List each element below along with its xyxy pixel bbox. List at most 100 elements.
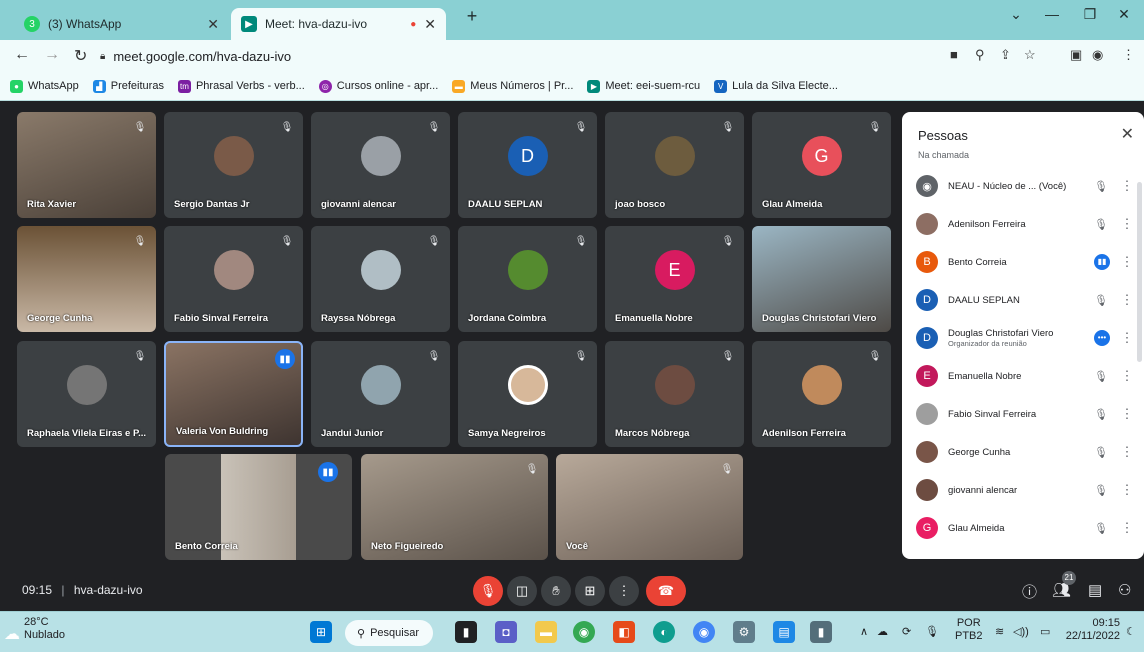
participant-tile-self[interactable]: 🎙︎ Você bbox=[556, 454, 743, 560]
participant-tile[interactable]: 🎙︎ G Glau Almeida bbox=[752, 112, 891, 218]
volume-icon[interactable]: ◁)) bbox=[1013, 625, 1029, 638]
more-options-icon[interactable]: ⋮ bbox=[1118, 482, 1136, 498]
participant-tile[interactable]: 🎙︎ E Emanuella Nobre bbox=[605, 226, 744, 332]
mic-toggle-button[interactable]: 🎙︎ bbox=[473, 576, 503, 606]
participant-tile[interactable]: ▮▮ Bento Correia bbox=[165, 454, 352, 560]
camera-icon[interactable]: ■ bbox=[950, 47, 958, 62]
more-options-button[interactable]: ⋮ bbox=[609, 576, 639, 606]
new-tab-button[interactable]: + bbox=[452, 6, 492, 27]
more-options-icon[interactable]: ⋮ bbox=[1118, 216, 1136, 232]
zoom-icon[interactable]: ⚲ bbox=[975, 47, 985, 63]
bookmark-cursos[interactable]: ◎ Cursos online - apr... bbox=[318, 79, 438, 93]
close-window-button[interactable]: ✕ bbox=[1104, 6, 1144, 23]
forward-icon[interactable]: → bbox=[44, 46, 60, 64]
tab-whatsapp[interactable]: 3 (3) WhatsApp ✕ bbox=[14, 8, 229, 40]
chat-icon[interactable]: ▤ bbox=[1088, 581, 1102, 599]
menu-icon[interactable]: ⋮ bbox=[1122, 47, 1135, 63]
back-icon[interactable]: ← bbox=[14, 46, 30, 64]
person-row[interactable]: ◉ NEAU - Núcleo de ... (Você) 🎙︎ ⋮ bbox=[916, 168, 1136, 204]
participant-tile[interactable]: 🎙︎ joao bosco bbox=[605, 112, 744, 218]
person-row[interactable]: giovanni alencar 🎙︎ ⋮ bbox=[916, 472, 1136, 508]
participant-tile[interactable]: Douglas Christofari Viero bbox=[752, 226, 891, 332]
participant-tile[interactable]: 🎙︎ Neto Figueiredo bbox=[361, 454, 548, 560]
close-icon[interactable]: ✕ bbox=[1121, 124, 1134, 144]
more-options-icon[interactable]: ⋮ bbox=[1118, 444, 1136, 460]
person-row[interactable]: Fabio Sinval Ferreira 🎙︎ ⋮ bbox=[916, 396, 1136, 432]
participant-tile-speaking[interactable]: ▮▮ Valeria Von Buldring bbox=[164, 341, 303, 447]
more-options-icon[interactable]: ⋮ bbox=[1118, 254, 1136, 270]
sidepanel-icon[interactable]: ▣ bbox=[1070, 47, 1082, 63]
edge-icon[interactable]: ◐ bbox=[653, 621, 675, 643]
device-icon[interactable]: ▮ bbox=[810, 621, 832, 643]
file-explorer-icon[interactable]: ▬ bbox=[535, 621, 557, 643]
activities-icon[interactable]: ⚇ bbox=[1118, 581, 1131, 599]
participant-tile[interactable]: 🎙︎ Jordana Coimbra bbox=[458, 226, 597, 332]
person-row[interactable]: D Douglas Christofari Viero Organizador d… bbox=[916, 320, 1136, 356]
more-options-icon[interactable]: ⋮ bbox=[1118, 520, 1136, 536]
leave-call-button[interactable]: ☎︎ bbox=[646, 576, 686, 606]
close-icon[interactable]: ✕ bbox=[207, 16, 219, 33]
participant-tile[interactable]: 🎙︎ Adenilson Ferreira bbox=[752, 341, 891, 447]
teams-icon[interactable]: ◘ bbox=[495, 621, 517, 643]
bookmark-numeros[interactable]: ▬ Meus Números | Pr... bbox=[452, 79, 573, 93]
chrome-active-icon[interactable]: ◉ bbox=[693, 621, 715, 643]
settings-icon[interactable]: ⚙︎ bbox=[733, 621, 755, 643]
notifications-icon[interactable]: ☾ bbox=[1126, 625, 1136, 638]
bookmark-phrasal[interactable]: tm Phrasal Verbs - verb... bbox=[177, 79, 305, 93]
minimize-button[interactable]: — bbox=[1032, 6, 1072, 22]
mic-off-icon: 🎙︎ bbox=[720, 464, 734, 475]
person-row[interactable]: D DAALU SEPLAN 🎙︎ ⋮ bbox=[916, 282, 1136, 318]
participant-tile[interactable]: 🎙︎ D DAALU SEPLAN bbox=[458, 112, 597, 218]
word-doc-icon[interactable]: ▤ bbox=[773, 621, 795, 643]
participant-tile[interactable]: 🎙︎ Rayssa Nóbrega bbox=[311, 226, 450, 332]
tab-search-icon[interactable]: ⌄ bbox=[996, 6, 1036, 23]
more-options-icon[interactable]: ⋮ bbox=[1118, 178, 1136, 194]
bookmark-star-icon[interactable]: ☆ bbox=[1024, 47, 1036, 63]
person-row[interactable]: E Emanuella Nobre 🎙︎ ⋮ bbox=[916, 358, 1136, 394]
url-field[interactable]: 🔒︎ meet.google.com/hva-dazu-ivo bbox=[100, 44, 940, 68]
language-indicator[interactable]: POR PTB2 bbox=[955, 617, 983, 643]
present-button[interactable]: ⊞ bbox=[575, 576, 605, 606]
weather-widget[interactable]: 28°C Nublado bbox=[24, 616, 65, 642]
person-row[interactable]: Adenilson Ferreira 🎙︎ ⋮ bbox=[916, 206, 1136, 242]
participant-tile[interactable]: 🎙︎ Fabio Sinval Ferreira bbox=[164, 226, 303, 332]
clock[interactable]: 09:15 22/11/2022 bbox=[1062, 617, 1120, 643]
camera-toggle-button[interactable]: ◫ bbox=[507, 576, 537, 606]
participant-tile[interactable]: 🎙︎ Rita Xavier bbox=[17, 112, 156, 218]
chrome-icon[interactable]: ◉ bbox=[573, 621, 595, 643]
participant-tile[interactable]: 🎙︎ Sergio Dantas Jr bbox=[164, 112, 303, 218]
info-icon[interactable]: ⓘ bbox=[1022, 581, 1037, 602]
reload-icon[interactable]: ↻ bbox=[74, 46, 87, 66]
share-icon[interactable]: ⇪ bbox=[1000, 47, 1011, 63]
bookmark-label: Lula da Silva Electe... bbox=[732, 80, 838, 92]
windows-start-icon[interactable]: ⊞ bbox=[310, 621, 332, 643]
office-icon[interactable]: ◧ bbox=[613, 621, 635, 643]
person-row[interactable]: George Cunha 🎙︎ ⋮ bbox=[916, 434, 1136, 470]
battery-icon[interactable]: ▭ bbox=[1040, 625, 1050, 638]
participant-tile[interactable]: 🎙︎ George Cunha bbox=[17, 226, 156, 332]
bookmark-prefeituras[interactable]: ▟ Prefeituras bbox=[92, 79, 164, 93]
profile-icon[interactable]: ◉ bbox=[1092, 47, 1103, 63]
bookmark-lula[interactable]: V Lula da Silva Electe... bbox=[714, 79, 838, 93]
participant-tile[interactable]: 🎙︎ giovanni alencar bbox=[311, 112, 450, 218]
participant-tile[interactable]: 🎙︎ Raphaela Vilela Eiras e P... bbox=[17, 341, 156, 447]
wifi-icon[interactable]: ≋ bbox=[995, 625, 1004, 638]
more-options-icon[interactable]: ⋮ bbox=[1118, 292, 1136, 308]
bookmark-meet[interactable]: ▶ Meet: eei-suem-rcu bbox=[587, 79, 700, 93]
more-options-icon[interactable]: ⋮ bbox=[1118, 330, 1136, 346]
person-row[interactable]: B Bento Correia ▮▮ ⋮ bbox=[916, 244, 1136, 280]
raise-hand-button[interactable]: ✋︎ bbox=[541, 576, 571, 606]
person-row[interactable]: G Glau Almeida 🎙︎ ⋮ bbox=[916, 510, 1136, 546]
more-options-icon[interactable]: ⋮ bbox=[1118, 406, 1136, 422]
tab-meet[interactable]: ▶ Meet: hva-dazu-ivo ● ✕ bbox=[231, 8, 446, 40]
tray-chevron-icon[interactable]: ∧ bbox=[860, 625, 868, 638]
participant-tile[interactable]: 🎙︎ Marcos Nóbrega bbox=[605, 341, 744, 447]
more-options-icon[interactable]: ⋮ bbox=[1118, 368, 1136, 384]
close-icon[interactable]: ✕ bbox=[424, 16, 436, 33]
participant-tile[interactable]: 🎙︎ Jandui Junior bbox=[311, 341, 450, 447]
scrollbar[interactable] bbox=[1137, 182, 1142, 362]
task-view-icon[interactable]: ▮ bbox=[455, 621, 477, 643]
participant-tile[interactable]: 🎙︎ Samya Negreiros bbox=[458, 341, 597, 447]
bookmark-whatsapp[interactable]: ● WhatsApp bbox=[10, 79, 79, 93]
taskbar-search[interactable]: ⚲ Pesquisar bbox=[345, 620, 433, 646]
